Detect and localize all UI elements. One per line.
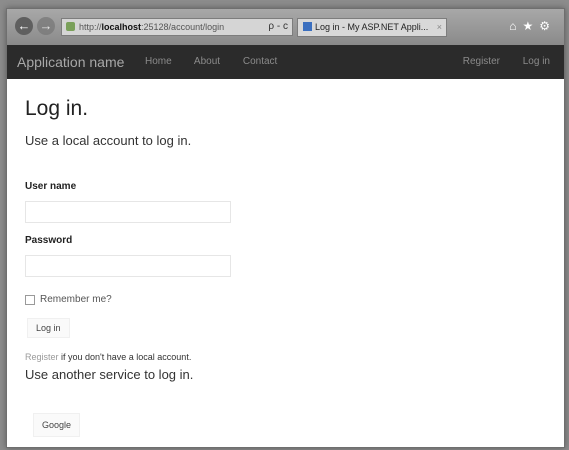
- page-title: Log in.: [25, 97, 89, 120]
- register-link[interactable]: Register: [25, 352, 59, 362]
- tab-close-icon[interactable]: ×: [437, 19, 442, 36]
- search-refresh-icons[interactable]: ρ - c: [268, 19, 288, 35]
- nav-contact[interactable]: Contact: [243, 56, 277, 67]
- other-service-heading: Use another service to log in.: [25, 367, 194, 382]
- remember-me[interactable]: Remember me?: [25, 294, 112, 305]
- login-form: Log in. Use a local account to log in. U…: [25, 97, 545, 437]
- login-button[interactable]: Log in: [27, 318, 70, 338]
- browser-window: ← → http://localhost:25128/account/login…: [6, 8, 565, 448]
- back-arrow-icon: ←: [17, 18, 31, 33]
- google-login-button[interactable]: Google: [33, 413, 81, 437]
- url-path: :25128/account/login: [141, 22, 225, 32]
- username-label: User name: [25, 181, 77, 192]
- page-subtitle: Use a local account to log in.: [25, 133, 192, 148]
- address-bar[interactable]: http://localhost:25128/account/login ρ -…: [61, 18, 293, 36]
- page-icon: [66, 22, 75, 31]
- password-label: Password: [25, 235, 73, 246]
- url-host: localhost: [101, 22, 142, 32]
- nav-account-links: Register Log in: [443, 56, 550, 67]
- url-prefix: http://: [79, 22, 102, 32]
- remember-checkbox[interactable]: [25, 294, 35, 305]
- nav-about[interactable]: About: [194, 56, 220, 67]
- tab-favicon-icon: [303, 22, 312, 31]
- nav-home[interactable]: Home: [145, 56, 172, 67]
- nav-links: Home About Contact: [145, 56, 297, 67]
- forward-arrow-icon: →: [39, 18, 53, 33]
- browser-tab[interactable]: Log in - My ASP.NET Appli... ×: [297, 18, 447, 37]
- register-suffix: if you don't have a local account.: [58, 352, 192, 362]
- browser-chrome: ← → http://localhost:25128/account/login…: [7, 9, 564, 45]
- back-button[interactable]: ←: [15, 17, 33, 35]
- toolbar-icons[interactable]: ⌂★⚙: [509, 19, 556, 33]
- password-input[interactable]: [25, 255, 231, 277]
- register-line: Register if you don't have a local accou…: [25, 352, 191, 362]
- forward-button[interactable]: →: [37, 17, 55, 35]
- nav-register[interactable]: Register: [463, 56, 500, 67]
- nav-login[interactable]: Log in: [523, 56, 550, 67]
- username-input[interactable]: [25, 201, 231, 223]
- brand-link[interactable]: Application name: [17, 54, 124, 70]
- tab-title: Log in - My ASP.NET Appli...: [315, 22, 429, 32]
- remember-label: Remember me?: [40, 294, 112, 305]
- app-navbar: Application name Home About Contact Regi…: [7, 45, 564, 79]
